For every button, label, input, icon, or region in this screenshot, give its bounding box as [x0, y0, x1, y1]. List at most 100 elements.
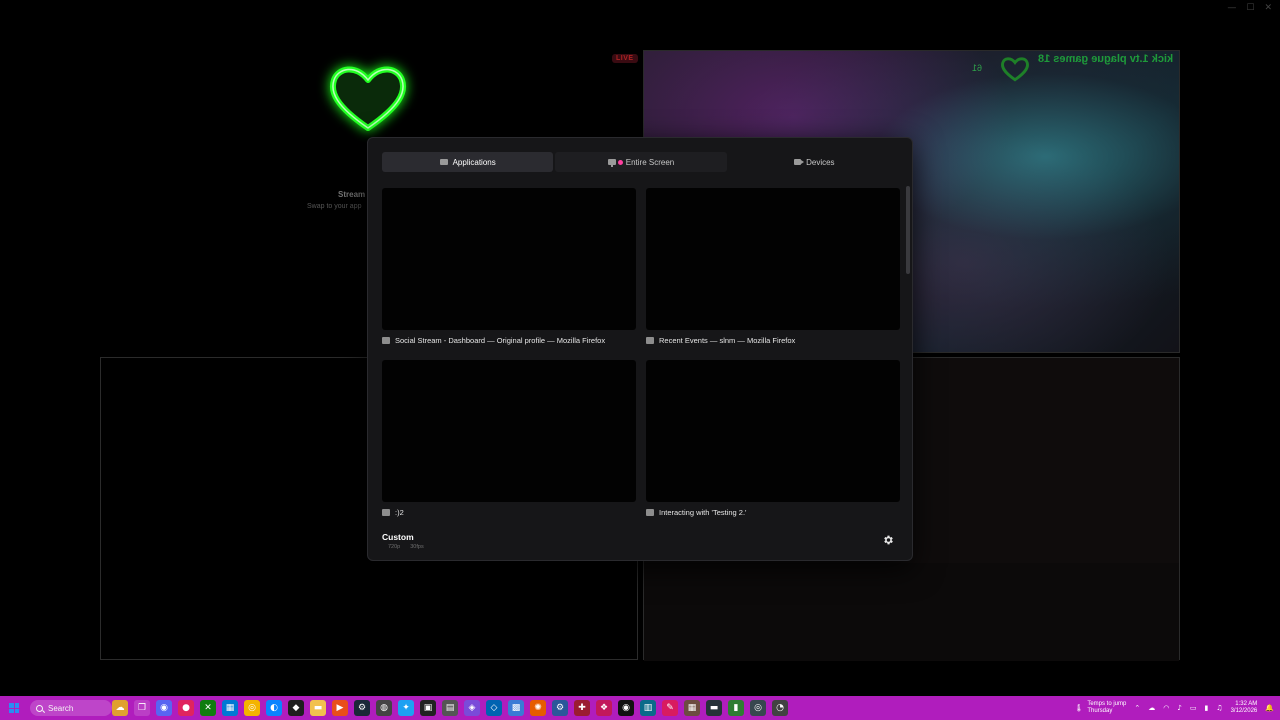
pin-icon[interactable]: ✎ — [662, 700, 678, 716]
app-green-icon[interactable]: ▮ — [728, 700, 744, 716]
source-title: Interacting with 'Testing 2.' — [659, 508, 747, 517]
discord-icon[interactable]: ◉ — [156, 700, 172, 716]
mouse-cursor-icon — [617, 159, 623, 165]
source-item[interactable]: Recent Events — slnm — Mozilla Firefox — [646, 188, 900, 345]
obs-icon[interactable]: ◍ — [376, 700, 392, 716]
source-thumbnail[interactable] — [646, 360, 900, 502]
clock[interactable]: 1:32 AM 3/12/2026 — [1231, 701, 1258, 715]
xbox-icon[interactable]: ✕ — [200, 700, 216, 716]
source-item[interactable]: Social Stream - Dashboard — Original pro… — [382, 188, 636, 345]
live-badge: LIVE — [612, 54, 638, 63]
neon-heart-icon — [326, 62, 410, 134]
gear-icon — [884, 535, 893, 545]
nvidia-icon[interactable]: ◆ — [288, 700, 304, 716]
app-red-icon[interactable]: ✚ — [574, 700, 590, 716]
camera-icon — [794, 159, 805, 165]
close-icon[interactable]: ✕ — [1264, 3, 1272, 13]
tab-label: Entire Screen — [625, 157, 675, 167]
notepad-icon[interactable]: ▥ — [640, 700, 656, 716]
screen-share-picker-dialog: Applications Entire Screen Devices Socia… — [367, 137, 913, 561]
monitor-tray-icon[interactable]: ▭ — [1190, 704, 1197, 712]
source-thumbnail[interactable] — [646, 188, 900, 330]
settings-app-icon[interactable]: ⚙ — [552, 700, 568, 716]
app-pink-icon[interactable]: ● — [178, 700, 194, 716]
task-view-icon[interactable]: ❐ — [134, 700, 150, 716]
start-button[interactable] — [0, 696, 28, 720]
widgets-icon[interactable]: ☁ — [112, 700, 128, 716]
source-thumbnail[interactable] — [382, 188, 636, 330]
app-window-icon — [646, 337, 654, 344]
cloud-icon[interactable]: ☁ — [1148, 704, 1155, 712]
system-tray: 🌡 Temps to jump Thursday ⌃ ☁ ◠ ♪ ▭ ▮ ♫ 1… — [1074, 696, 1274, 720]
weather-line-2: Thursday — [1087, 708, 1113, 714]
app-slate-icon[interactable]: ▬ — [706, 700, 722, 716]
source-grid: Social Stream - Dashboard — Original pro… — [382, 188, 900, 528]
app-black-icon[interactable]: ◉ — [618, 700, 634, 716]
taskbar-search[interactable]: Search — [30, 700, 112, 716]
tab-label: Devices — [806, 157, 835, 167]
windows-logo-icon — [9, 703, 19, 713]
taskbar: Search ☁ ❐ ◉ ● ✕ ▦ ◎ ◐ ◆ ▬ ▶ ⚙ ◍ ✦ ▣ ▤ ◈… — [0, 696, 1280, 720]
calculator-icon[interactable]: ▤ — [442, 700, 458, 716]
weather-line-1: Temps to jump — [1087, 701, 1127, 707]
file-explorer-icon[interactable]: ▬ — [310, 700, 326, 716]
app-window-icon — [382, 509, 390, 516]
app-window-icon — [646, 509, 654, 516]
app-magenta-icon[interactable]: ❖ — [596, 700, 612, 716]
tab-applications[interactable]: Applications — [382, 152, 554, 172]
maximize-icon[interactable]: ☐ — [1246, 3, 1254, 13]
clock-time: 1:32 AM — [1235, 701, 1258, 707]
notification-bell-icon[interactable]: 🔔 — [1265, 704, 1274, 712]
source-item[interactable]: :)2 — [382, 360, 636, 517]
app-blue-icon[interactable]: ✦ — [398, 700, 414, 716]
tab-devices[interactable]: Devices — [729, 152, 900, 172]
source-thumbnail[interactable] — [382, 360, 636, 502]
source-title: Recent Events — slnm — Mozilla Firefox — [659, 336, 796, 345]
clock-date: 3/12/2026 — [1230, 708, 1258, 714]
framerate-value: 30fps — [410, 544, 424, 550]
battery-icon[interactable]: ▮ — [1204, 704, 1208, 712]
speaker-icon[interactable]: ♫ — [1216, 704, 1222, 712]
resolution-value: 720p — [388, 544, 401, 550]
tab-label: Applications — [452, 157, 496, 167]
monitor-icon — [607, 159, 616, 167]
app-window-icon — [382, 337, 390, 344]
app-grid-icon[interactable]: ▩ — [508, 700, 524, 716]
source-type-tabs: Applications Entire Screen Devices — [382, 152, 900, 172]
app-window-icon — [439, 159, 448, 165]
app-brown-icon[interactable]: ▦ — [684, 700, 700, 716]
settings-button[interactable] — [880, 532, 896, 548]
stream-label: Stream — [338, 190, 366, 199]
volume-icon[interactable]: ♪ — [1177, 704, 1181, 712]
video-overlay-text: kick 1.tv plague games 18 — [1037, 53, 1173, 65]
app-orange-icon[interactable]: ▶ — [332, 700, 348, 716]
app-round-icon[interactable]: ◔ — [772, 700, 788, 716]
thermometer-icon: 🌡 — [1074, 704, 1084, 712]
search-icon — [36, 704, 43, 712]
search-label: Search — [48, 703, 74, 713]
minimize-icon[interactable]: — — [1227, 3, 1236, 13]
quality-preset-title[interactable]: Custom — [382, 532, 414, 542]
source-item[interactable]: Interacting with 'Testing 2.' — [646, 360, 900, 517]
app-gray-icon[interactable]: ◎ — [750, 700, 766, 716]
window-controls: — ☐ ✕ — [1227, 3, 1272, 13]
source-title: :)2 — [395, 508, 404, 517]
scrollbar[interactable] — [906, 186, 910, 274]
app-purple-icon[interactable]: ◈ — [464, 700, 480, 716]
taskbar-apps: ☁ ❐ ◉ ● ✕ ▦ ◎ ◐ ◆ ▬ ▶ ⚙ ◍ ✦ ▣ ▤ ◈ ◇ ▩ ✺ … — [112, 700, 788, 716]
edge-icon[interactable]: ◐ — [266, 700, 282, 716]
wifi-icon[interactable]: ◠ — [1163, 704, 1169, 712]
quality-preset-meta: 720p 30fps — [388, 544, 424, 550]
app-fire-icon[interactable]: ✺ — [530, 700, 546, 716]
chrome-icon[interactable]: ◎ — [244, 700, 260, 716]
video-overlay-counter: 61 — [972, 63, 983, 73]
source-title: Social Stream - Dashboard — Original pro… — [395, 336, 606, 345]
app-dark-blue-icon[interactable]: ◇ — [486, 700, 502, 716]
weather-widget[interactable]: 🌡 Temps to jump Thursday — [1074, 701, 1126, 715]
calendar-icon[interactable]: ▦ — [222, 700, 238, 716]
video-heart-icon — [1001, 57, 1029, 82]
terminal-icon[interactable]: ▣ — [420, 700, 436, 716]
steam-icon[interactable]: ⚙ — [354, 700, 370, 716]
tab-entire-screen[interactable]: Entire Screen — [555, 152, 727, 172]
chevron-up-icon[interactable]: ⌃ — [1134, 704, 1140, 712]
